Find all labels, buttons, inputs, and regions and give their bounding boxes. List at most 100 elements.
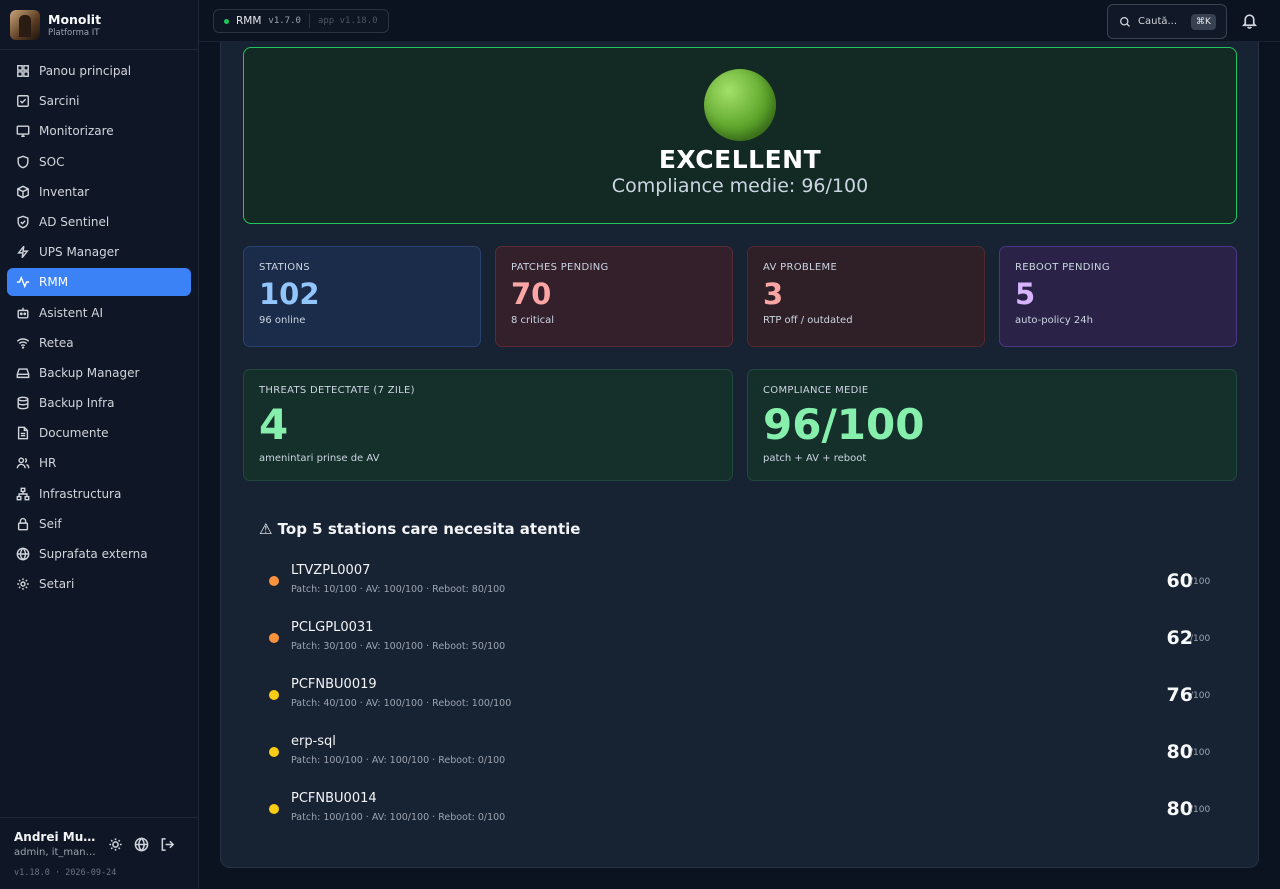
station-row[interactable]: erp-sql Patch: 100/100 · AV: 100/100 · R…	[259, 734, 1219, 774]
stat-value: 102	[259, 277, 320, 311]
stat-value: 70	[511, 277, 552, 311]
station-host: PCLGPL0031	[291, 620, 374, 635]
sidebar-item-backup-manager[interactable]: Backup Manager	[7, 359, 191, 387]
status-dot	[269, 747, 279, 757]
sidebar-item-label: Backup Infra	[39, 396, 115, 411]
status-dot	[269, 804, 279, 814]
brand[interactable]: Monolit Platforma IT	[0, 0, 198, 50]
module-version: v1.7.0	[268, 16, 301, 26]
station-row[interactable]: PCLGPL0031 Patch: 30/100 · AV: 100/100 ·…	[259, 620, 1219, 660]
wifi-icon	[16, 337, 30, 349]
sidebar-item-label: HR	[39, 456, 57, 471]
monitor-icon	[16, 125, 30, 138]
station-host: LTVZPL0007	[291, 563, 371, 578]
sidebar-item-monitorizare[interactable]: Monitorizare	[7, 117, 191, 145]
station-score: 62	[1166, 627, 1193, 649]
sidebar-item-ups-manager[interactable]: UPS Manager	[7, 238, 191, 266]
sidebar-item-suprafata-externa[interactable]: Suprafata externa	[7, 540, 191, 568]
sidebar-item-label: RMM	[39, 275, 69, 290]
database-icon	[17, 396, 29, 410]
search-button[interactable]: Caută... ⌘K	[1107, 4, 1227, 39]
stat-sub: patch + AV + reboot	[763, 453, 867, 464]
sidebar-item-panou-principal[interactable]: Panou principal	[7, 57, 191, 85]
sidebar-item-inventar[interactable]: Inventar	[7, 178, 191, 206]
sidebar-item-label: Documente	[39, 426, 109, 441]
stat-card-stations[interactable]: STATIONS 102 96 online	[243, 246, 481, 347]
sidebar-item-backup-infra[interactable]: Backup Infra	[7, 389, 191, 417]
stat-card-av[interactable]: AV PROBLEME 3 RTP off / outdated	[747, 246, 985, 347]
sidebar-item-label: AD Sentinel	[39, 214, 110, 229]
module-version-pill: RMM v1.7.0 app v1.18.0	[213, 9, 389, 33]
station-score: 80	[1166, 798, 1193, 820]
station-details: Patch: 10/100 · AV: 100/100 · Reboot: 80…	[291, 584, 506, 595]
sidebar-item-documente[interactable]: Documente	[7, 419, 191, 447]
stat-label: AV PROBLEME	[763, 262, 838, 273]
activity-icon	[16, 276, 30, 289]
logout-icon[interactable]	[160, 837, 175, 852]
status-orb-icon	[704, 69, 776, 141]
stat-card-threats[interactable]: THREATS DETECTATE (7 ZILE) 4 amenintari …	[243, 369, 733, 481]
station-score-max: /100	[1190, 748, 1211, 758]
sidebar-item-retea[interactable]: Retea	[7, 329, 191, 357]
language-globe-icon[interactable]	[134, 836, 149, 852]
stat-card-compliance[interactable]: COMPLIANCE MEDIE 96/100 patch + AV + reb…	[747, 369, 1237, 481]
status-dot	[269, 690, 279, 700]
stat-label: REBOOT PENDING	[1015, 262, 1110, 273]
document-icon	[17, 426, 29, 440]
stat-label: STATIONS	[259, 262, 310, 273]
user-info[interactable]: Andrei Munt... admin, it_mana...	[14, 830, 98, 858]
users-icon	[16, 457, 30, 469]
station-details: Patch: 100/100 · AV: 100/100 · Reboot: 0…	[291, 755, 506, 766]
sidebar-item-label: Asistent AI	[39, 305, 104, 320]
sidebar-item-label: UPS Manager	[39, 245, 120, 260]
stat-value: 4	[259, 400, 289, 449]
stat-value: 3	[763, 277, 784, 311]
compliance-hero: EXCELLENT Compliance medie: 96/100	[243, 47, 1237, 224]
sidebar-item-setari[interactable]: Setari	[7, 570, 191, 598]
sidebar-item-sarcini[interactable]: Sarcini	[7, 87, 191, 115]
topbar: RMM v1.7.0 app v1.18.0 Caută... ⌘K	[199, 0, 1280, 42]
sidebar-item-infrastructura[interactable]: Infrastructura	[7, 480, 191, 508]
shield-check-icon	[17, 215, 29, 229]
sidebar-item-label: SOC	[39, 154, 65, 169]
station-score-max: /100	[1190, 634, 1211, 644]
stat-card-reboot[interactable]: REBOOT PENDING 5 auto-policy 24h	[999, 246, 1237, 347]
station-score-max: /100	[1190, 805, 1211, 815]
stat-sub: RTP off / outdated	[763, 315, 853, 326]
station-row[interactable]: PCFNBU0014 Patch: 100/100 · AV: 100/100 …	[259, 791, 1219, 831]
stat-label: PATCHES PENDING	[511, 262, 609, 273]
bell-icon	[1242, 14, 1257, 29]
box-icon	[17, 185, 29, 199]
bot-icon	[17, 307, 29, 319]
notifications-button[interactable]	[1241, 12, 1258, 33]
status-dot	[269, 633, 279, 643]
stat-sub: 8 critical	[511, 315, 555, 326]
station-row[interactable]: LTVZPL0007 Patch: 10/100 · AV: 100/100 ·…	[259, 563, 1219, 603]
sidebar-item-label: Monitorizare	[39, 124, 114, 139]
sidebar-item-ad-sentinel[interactable]: AD Sentinel	[7, 208, 191, 236]
user-role: admin, it_mana...	[14, 847, 98, 858]
stat-sub: amenintari prinse de AV	[259, 453, 380, 464]
station-score: 60	[1166, 570, 1193, 592]
stat-card-patches[interactable]: PATCHES PENDING 70 8 critical	[495, 246, 733, 347]
sidebar-item-seif[interactable]: Seif	[7, 510, 191, 538]
station-host: erp-sql	[291, 734, 336, 749]
station-row[interactable]: PCFNBU0019 Patch: 40/100 · AV: 100/100 ·…	[259, 677, 1219, 717]
station-score-max: /100	[1190, 577, 1211, 587]
sidebar-item-rmm[interactable]: RMM	[7, 268, 191, 297]
globe-icon	[16, 547, 30, 561]
network-icon	[16, 487, 30, 501]
shield-icon	[17, 155, 29, 168]
app-version-footer: v1.18.0 · 2026-09-24	[14, 868, 117, 878]
attention-list-title: ⚠ Top 5 stations care necesita atentie	[259, 520, 581, 538]
sun-icon[interactable]	[108, 837, 123, 852]
sidebar-item-soc[interactable]: SOC	[7, 148, 191, 176]
search-shortcut: ⌘K	[1191, 13, 1216, 30]
sidebar-item-label: Sarcini	[39, 94, 80, 109]
status-dot	[224, 18, 229, 24]
sidebar-item-hr[interactable]: HR	[7, 449, 191, 477]
dashboard-icon	[17, 65, 29, 77]
station-details: Patch: 30/100 · AV: 100/100 · Reboot: 50…	[291, 641, 506, 652]
stat-value: 96/100	[763, 400, 925, 449]
sidebar-item-asistent-ai[interactable]: Asistent AI	[7, 299, 191, 327]
